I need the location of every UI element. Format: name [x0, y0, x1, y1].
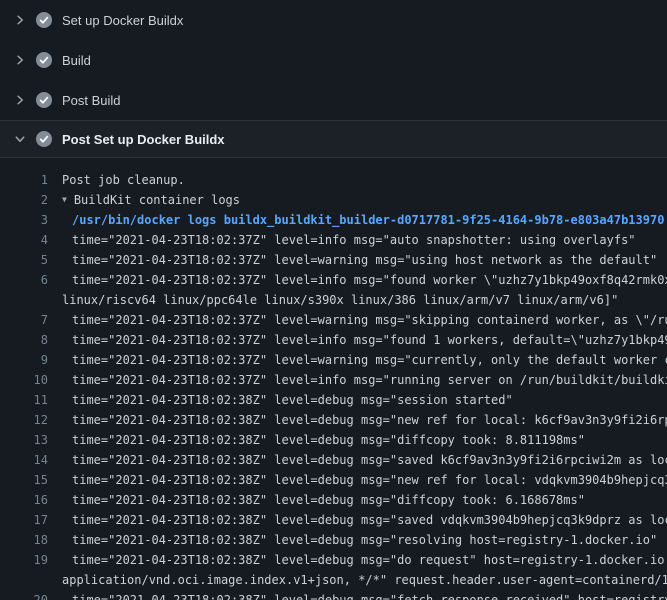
log-line: linux/riscv64 linux/ppc64le linux/s390x … [0, 290, 667, 310]
log-text[interactable]: ▼BuildKit container logs [62, 190, 240, 210]
line-number[interactable]: 20 [0, 590, 48, 600]
log-text: time="2021-04-23T18:02:38Z" level=debug … [72, 550, 667, 570]
log-text: time="2021-04-23T18:02:38Z" level=debug … [72, 490, 585, 510]
log-text: time="2021-04-23T18:02:38Z" level=debug … [72, 470, 667, 490]
log-line: 10 time="2021-04-23T18:02:37Z" level=info… [0, 370, 667, 390]
log-text: time="2021-04-23T18:02:38Z" level=debug … [72, 530, 657, 550]
log-line: 20 time="2021-04-23T18:02:38Z" level=debu… [0, 590, 667, 600]
log-line: 14 time="2021-04-23T18:02:38Z" level=debu… [0, 450, 667, 470]
step-label: Post Build [62, 93, 121, 108]
line-number[interactable]: 6 [0, 270, 48, 290]
line-number[interactable]: 13 [0, 430, 48, 450]
log-line: 5 time="2021-04-23T18:02:37Z" level=warni… [0, 250, 667, 270]
line-number[interactable]: 12 [0, 410, 48, 430]
triangle-down-icon[interactable]: ▼ [62, 190, 67, 210]
line-number[interactable]: 18 [0, 530, 48, 550]
log-line: 17 time="2021-04-23T18:02:38Z" level=debu… [0, 510, 667, 530]
line-number[interactable]: 7 [0, 310, 48, 330]
chevron-down-icon [12, 131, 28, 147]
log-text: time="2021-04-23T18:02:37Z" level=info m… [72, 230, 636, 250]
line-number[interactable]: 1 [0, 170, 48, 190]
line-number[interactable]: 3 [0, 210, 48, 230]
log-line: 7 time="2021-04-23T18:02:37Z" level=warni… [0, 310, 667, 330]
log-text: time="2021-04-23T18:02:37Z" level=warnin… [72, 310, 667, 330]
log-text: application/vnd.oci.image.index.v1+json,… [62, 570, 667, 590]
log-line: 15 time="2021-04-23T18:02:38Z" level=debu… [0, 470, 667, 490]
step-label: Build [62, 53, 91, 68]
line-number[interactable]: 4 [0, 230, 48, 250]
log-line-group: 2 ▼BuildKit container logs [0, 190, 667, 210]
step-row-post-set-up-docker-buildx[interactable]: Post Set up Docker Buildx [0, 120, 667, 158]
log-line: 3/usr/bin/docker logs buildx_buildkit_bu… [0, 210, 667, 230]
line-number[interactable]: 5 [0, 250, 48, 270]
line-number[interactable]: 2 [0, 190, 48, 210]
log-line: 16 time="2021-04-23T18:02:38Z" level=debu… [0, 490, 667, 510]
step-label: Post Set up Docker Buildx [62, 132, 225, 147]
log-text: time="2021-04-23T18:02:37Z" level=warnin… [72, 250, 657, 270]
log-text: time="2021-04-23T18:02:38Z" level=debug … [72, 410, 667, 430]
line-number [0, 290, 48, 310]
log-text: time="2021-04-23T18:02:37Z" level=info m… [72, 370, 667, 390]
log-line: 6 time="2021-04-23T18:02:37Z" level=info … [0, 270, 667, 290]
line-number[interactable]: 10 [0, 370, 48, 390]
log-line: 19 time="2021-04-23T18:02:38Z" level=debu… [0, 550, 667, 570]
log-text: time="2021-04-23T18:02:37Z" level=warnin… [72, 350, 667, 370]
line-number[interactable]: 9 [0, 350, 48, 370]
log-text: time="2021-04-23T18:02:38Z" level=debug … [72, 430, 585, 450]
line-number[interactable]: 11 [0, 390, 48, 410]
step-row-post-build[interactable]: Post Build [0, 80, 667, 120]
actions-log-viewer: Set up Docker Buildx Build Post Build [0, 0, 667, 600]
success-check-icon [36, 92, 52, 108]
log-line: 9 time="2021-04-23T18:02:37Z" level=warni… [0, 350, 667, 370]
step-row-set-up-docker-buildx[interactable]: Set up Docker Buildx [0, 0, 667, 40]
steps-list: Set up Docker Buildx Build Post Build [0, 0, 667, 158]
line-number[interactable]: 17 [0, 510, 48, 530]
chevron-right-icon [12, 52, 28, 68]
log-text: linux/riscv64 linux/ppc64le linux/s390x … [62, 290, 618, 310]
line-number[interactable]: 15 [0, 470, 48, 490]
log-text: time="2021-04-23T18:02:37Z" level=info m… [72, 330, 667, 350]
success-check-icon [36, 131, 52, 147]
success-check-icon [36, 52, 52, 68]
log-text: time="2021-04-23T18:02:37Z" level=info m… [72, 270, 667, 290]
chevron-right-icon [12, 12, 28, 28]
line-number[interactable]: 8 [0, 330, 48, 350]
log-line: 1 Post job cleanup. [0, 170, 667, 190]
log-lines: 1 Post job cleanup. 2 ▼BuildKit container l… [0, 158, 667, 600]
log-text: time="2021-04-23T18:02:38Z" level=debug … [72, 510, 667, 530]
log-line: 8 time="2021-04-23T18:02:37Z" level=info … [0, 330, 667, 350]
log-text: time="2021-04-23T18:02:38Z" level=debug … [72, 390, 513, 410]
log-line: 12 time="2021-04-23T18:02:38Z" level=debu… [0, 410, 667, 430]
log-text: time="2021-04-23T18:02:38Z" level=debug … [72, 590, 667, 600]
log-text: Post job cleanup. [62, 170, 185, 190]
step-label: Set up Docker Buildx [62, 13, 183, 28]
log-line: 4 time="2021-04-23T18:02:37Z" level=info … [0, 230, 667, 250]
step-row-build[interactable]: Build [0, 40, 667, 80]
log-command-text: /usr/bin/docker logs buildx_buildkit_bui… [72, 210, 664, 230]
log-line: 13 time="2021-04-23T18:02:38Z" level=debu… [0, 430, 667, 450]
line-number[interactable]: 14 [0, 450, 48, 470]
line-number[interactable]: 19 [0, 550, 48, 570]
line-number [0, 570, 48, 590]
log-line: application/vnd.oci.image.index.v1+json,… [0, 570, 667, 590]
success-check-icon [36, 12, 52, 28]
log-text: time="2021-04-23T18:02:38Z" level=debug … [72, 450, 667, 470]
log-line: 18 time="2021-04-23T18:02:38Z" level=debu… [0, 530, 667, 550]
line-number[interactable]: 16 [0, 490, 48, 510]
chevron-right-icon [12, 92, 28, 108]
log-line: 11 time="2021-04-23T18:02:38Z" level=debu… [0, 390, 667, 410]
